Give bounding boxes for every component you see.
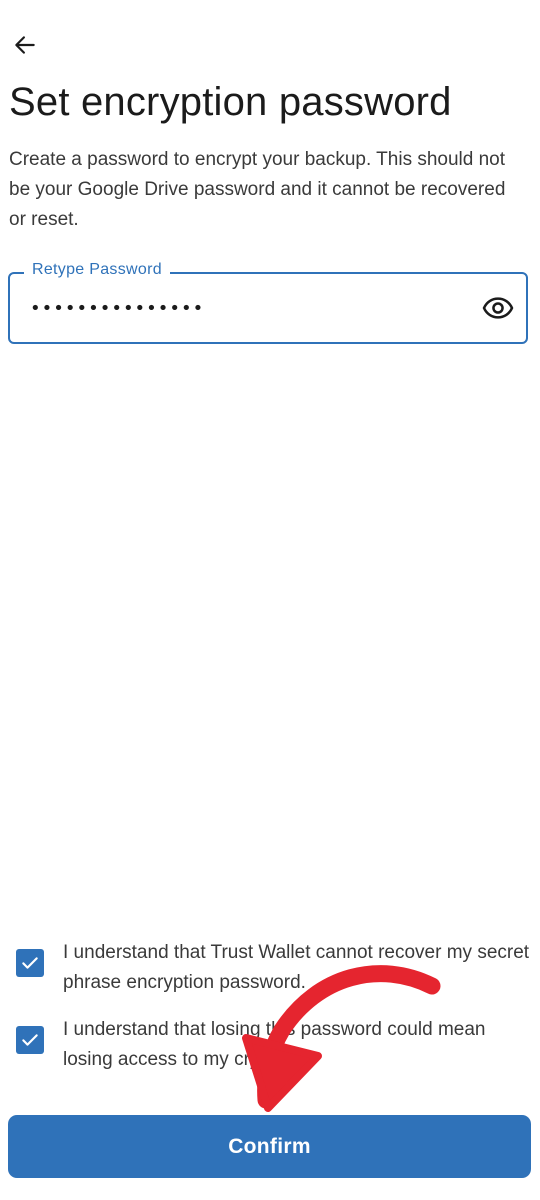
acknowledgement-checkbox-recovery[interactable]: [16, 949, 44, 977]
toggle-password-visibility-button[interactable]: [480, 290, 516, 326]
retype-password-input[interactable]: [22, 288, 478, 328]
page-description: Create a password to encrypt your backup…: [9, 149, 506, 230]
confirm-button[interactable]: Confirm: [8, 1115, 531, 1178]
eye-icon: [482, 297, 514, 319]
retype-password-label: Retype Password: [24, 261, 170, 279]
page-title: Set encryption password: [9, 80, 452, 124]
retype-password-field: Retype Password: [8, 261, 528, 344]
acknowledgement-text-access: I understand that losing this password c…: [63, 1019, 486, 1070]
back-button[interactable]: [6, 26, 44, 64]
checkmark-icon: [22, 1034, 38, 1046]
acknowledgement-checkbox-access[interactable]: [16, 1026, 44, 1054]
acknowledgement-text-recovery: I understand that Trust Wallet cannot re…: [63, 942, 530, 993]
checkmark-icon: [22, 957, 38, 969]
arrow-left-icon: [15, 36, 35, 54]
